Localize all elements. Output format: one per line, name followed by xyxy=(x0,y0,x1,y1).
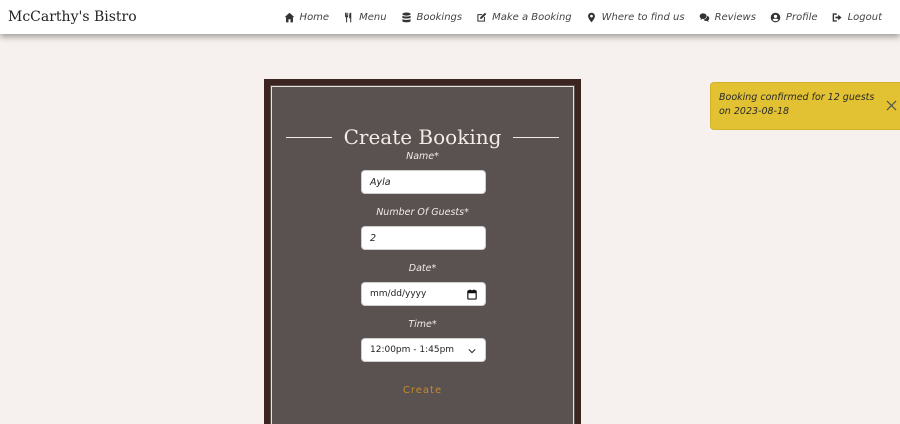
chevron-down-icon xyxy=(468,349,476,354)
name-input-value: Ayla xyxy=(370,176,391,188)
title-divider-right xyxy=(513,136,559,138)
database-icon xyxy=(401,12,411,22)
create-button[interactable]: Create xyxy=(272,385,573,396)
nav-links: Home Menu Bookings Make a Booking Where … xyxy=(284,12,892,23)
name-label: Name* xyxy=(406,151,439,162)
nav-label: Bookings xyxy=(416,11,463,23)
brand-title[interactable]: McCarthy's Bistro xyxy=(8,9,137,25)
sign-out-icon xyxy=(832,12,842,22)
nav-label: Menu xyxy=(359,11,387,23)
name-input[interactable]: Ayla xyxy=(361,170,486,194)
nav-item-make-booking[interactable]: Make a Booking xyxy=(476,12,572,23)
time-label: Time* xyxy=(408,319,437,330)
date-input[interactable]: mm/dd/yyyy xyxy=(361,282,486,306)
nav-item-home[interactable]: Home xyxy=(284,11,330,23)
edit-icon xyxy=(477,12,487,22)
date-label: Date* xyxy=(408,263,437,274)
title-row: Create Booking xyxy=(286,125,559,149)
time-select[interactable]: 12:00pm - 1:45pm xyxy=(361,338,486,362)
nav-item-reviews[interactable]: Reviews xyxy=(699,12,756,23)
navbar: McCarthy's Bistro Home Menu Bookings Mak… xyxy=(0,0,900,34)
nav-item-where-to-find-us[interactable]: Where to find us xyxy=(586,12,685,23)
map-marker-icon xyxy=(587,12,595,22)
guests-label: Number Of Guests* xyxy=(376,207,469,218)
booking-card: Create Booking Name* Ayla Number Of Gues… xyxy=(264,79,581,424)
nav-item-menu[interactable]: Menu xyxy=(343,11,387,23)
nav-item-logout[interactable]: Logout xyxy=(832,12,882,23)
toast-message: Booking confirmed for 12 guests on 2023-… xyxy=(719,92,875,117)
comments-icon xyxy=(699,12,709,22)
date-input-placeholder: mm/dd/yyyy xyxy=(370,289,427,299)
title-divider-left xyxy=(286,136,332,138)
nav-item-profile[interactable]: Profile xyxy=(770,12,818,23)
nav-item-bookings[interactable]: Bookings xyxy=(401,11,463,23)
calendar-icon[interactable] xyxy=(467,289,477,300)
home-icon xyxy=(284,12,294,22)
guests-input-value: 2 xyxy=(370,232,377,244)
close-icon[interactable] xyxy=(886,100,897,111)
nav-label: Home xyxy=(299,11,330,23)
guests-input[interactable]: 2 xyxy=(361,226,486,250)
page-title: Create Booking xyxy=(343,125,502,149)
nav-label: Profile xyxy=(785,11,818,23)
nav-label: Where to find us xyxy=(601,11,685,23)
utensils-icon xyxy=(345,12,352,22)
booking-confirmation-toast: Booking confirmed for 12 guests on 2023-… xyxy=(710,82,900,130)
user-circle-icon xyxy=(770,12,781,22)
nav-label: Make a Booking xyxy=(492,11,572,23)
nav-label: Reviews xyxy=(714,11,756,23)
booking-card-inner: Create Booking Name* Ayla Number Of Gues… xyxy=(271,86,574,424)
time-select-value: 12:00pm - 1:45pm xyxy=(370,345,455,355)
nav-label: Logout xyxy=(847,11,882,23)
